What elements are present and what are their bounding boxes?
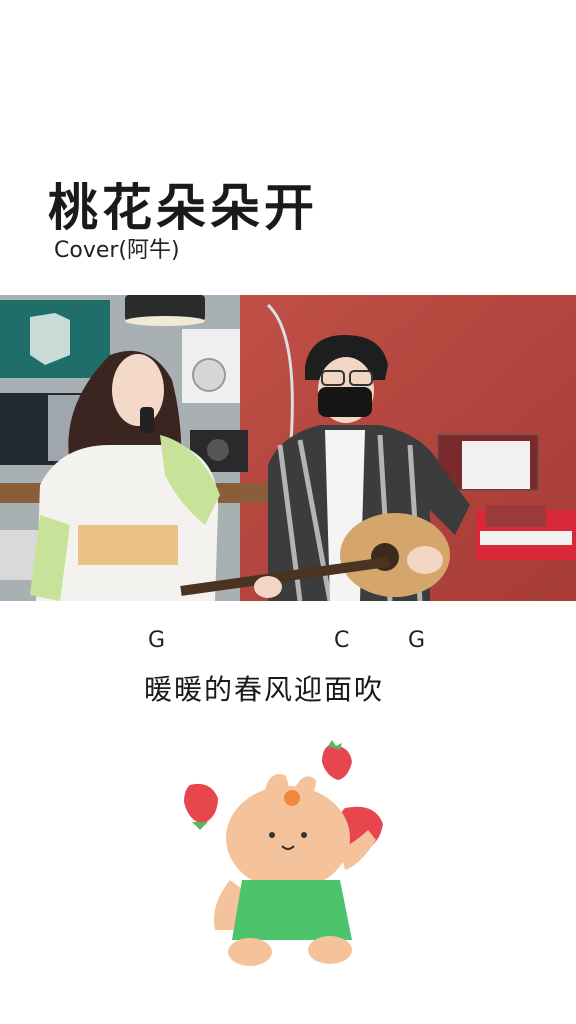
chord-row: G C G xyxy=(0,628,576,660)
bunny-strawberry-sticker xyxy=(184,740,383,966)
chord-2: C xyxy=(334,628,350,653)
chord-3: G xyxy=(408,628,426,653)
song-title: 桃花朵朵开 xyxy=(48,179,318,237)
performance-photo xyxy=(0,295,576,601)
chord-1: G xyxy=(148,628,166,653)
green-dress xyxy=(232,880,352,940)
lyric-line: 暖暖的春风迎面吹 xyxy=(144,673,385,706)
strawberry-icon xyxy=(184,783,218,830)
strawberry-icon xyxy=(322,740,352,780)
cover-credit: Cover(阿牛) xyxy=(54,238,180,263)
